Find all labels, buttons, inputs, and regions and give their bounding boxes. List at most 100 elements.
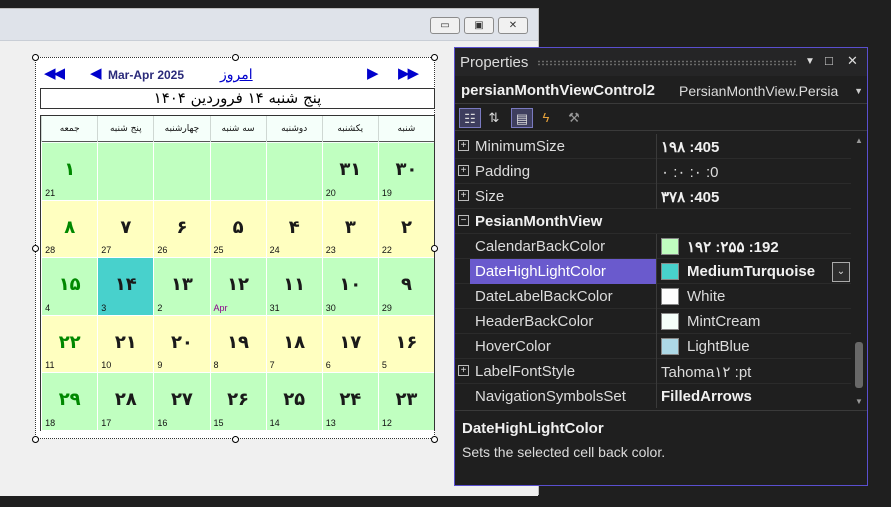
property-value[interactable]: FilledArrows (661, 388, 752, 405)
day-cell[interactable]: ۲۷ 16 (153, 373, 210, 431)
day-cell[interactable] (209, 143, 266, 201)
property-row[interactable]: CalendarBackColor ۱۹۲ :۲۵۵ :192 (455, 234, 851, 259)
next-month-button[interactable]: ▶ (367, 66, 378, 82)
next-year-button[interactable]: ▶▶ (398, 66, 419, 82)
resize-handle[interactable] (32, 436, 39, 443)
resize-handle[interactable] (232, 436, 239, 443)
day-cell[interactable]: ۳ 23 (321, 200, 378, 259)
day-cell[interactable]: ۲۸ 17 (97, 373, 154, 431)
prev-year-button[interactable]: ◀◀ (44, 66, 65, 82)
resize-handle[interactable] (431, 245, 438, 252)
property-value[interactable]: LightBlue (687, 338, 750, 355)
prev-month-button[interactable]: ◀ (90, 66, 101, 82)
property-value[interactable]: ۱۹۲ :۲۵۵ :192 (687, 238, 779, 256)
day-cell[interactable]: ۱ 21 (41, 143, 98, 201)
resize-handle[interactable] (232, 54, 239, 61)
panel-close-icon[interactable]: ✕ (847, 53, 858, 69)
resize-handle[interactable] (32, 245, 39, 252)
property-value[interactable]: Tahoma۱۲ :pt (661, 363, 751, 381)
events-view-button[interactable]: ϟ (535, 108, 557, 128)
scroll-thumb[interactable] (855, 342, 863, 388)
property-grid-scrollbar[interactable]: ▲ ▼ (851, 134, 867, 408)
today-link[interactable]: امروز (220, 66, 253, 83)
properties-view-button[interactable]: ▤ (511, 108, 533, 128)
day-cell[interactable]: ۲۵ 14 (265, 373, 322, 431)
property-row[interactable]: + MinimumSize ۱۹۸ :405 (455, 134, 851, 159)
property-row[interactable]: DateLabelBackColor White (455, 284, 851, 309)
day-cell[interactable]: ۷ 27 (97, 200, 154, 259)
resize-handle[interactable] (431, 436, 438, 443)
property-value[interactable]: ۰ :۰ :۰ :0 (661, 163, 719, 181)
expand-icon[interactable]: + (458, 165, 469, 176)
property-row[interactable]: HeaderBackColor MintCream (455, 309, 851, 334)
expand-icon[interactable]: + (458, 190, 469, 201)
property-row[interactable]: + Padding ۰ :۰ :۰ :0 (455, 159, 851, 184)
property-row[interactable]: HoverColor LightBlue (455, 334, 851, 359)
day-cell[interactable]: ۵ 25 (209, 200, 266, 259)
collapse-icon[interactable]: − (458, 215, 469, 226)
property-value[interactable]: ۳۷۸ :405 (661, 188, 719, 206)
day-cell[interactable] (97, 143, 154, 201)
day-cell[interactable] (153, 143, 210, 201)
resize-handle[interactable] (32, 54, 39, 61)
property-row[interactable]: DateHighLightColor MediumTurquoise ⌄ (455, 259, 851, 284)
panel-maximize-icon[interactable]: □ (825, 53, 833, 68)
form-title-bar[interactable]: ▭ ▣ ✕ (0, 9, 538, 41)
drag-grip[interactable] (537, 60, 797, 66)
close-button[interactable]: ✕ (498, 17, 528, 34)
property-value[interactable]: MintCream (687, 313, 760, 330)
maximize-button[interactable]: ▣ (464, 17, 494, 34)
day-cell[interactable]: ۲۲ 11 (41, 315, 98, 374)
day-cell[interactable]: ۹ 29 (377, 258, 434, 316)
property-row[interactable]: + LabelFontStyle Tahoma۱۲ :pt (455, 359, 851, 384)
panel-menu-icon[interactable]: ▼ (805, 56, 815, 67)
categorized-view-button[interactable]: ☷ (459, 108, 481, 128)
day-cell[interactable]: ۳۰ 19 (377, 143, 434, 201)
object-selector[interactable]: persianMonthViewControl2 PersianMonthVie… (455, 78, 867, 104)
day-cell[interactable]: ۱۱ 31 (265, 258, 322, 316)
property-value[interactable]: ۱۹۸ :405 (661, 138, 719, 156)
expand-icon[interactable]: + (458, 140, 469, 151)
day-cell[interactable]: ۲۳ 12 (377, 373, 434, 431)
day-cell[interactable]: ۱۲ Apr (209, 258, 266, 316)
day-cell[interactable]: ۶ 26 (153, 200, 210, 259)
gregorian-day-label: 15 (213, 417, 224, 428)
day-cell-selected[interactable]: ۱۴ 3 (97, 258, 154, 316)
minimize-button[interactable]: ▭ (430, 17, 460, 34)
object-dropdown-icon[interactable]: ▼ (854, 86, 863, 96)
scroll-up-icon[interactable]: ▲ (855, 136, 863, 145)
day-cell[interactable]: ۱۹ 8 (209, 315, 266, 374)
property-value[interactable]: White (687, 288, 725, 305)
day-cell[interactable]: ۲۰ 9 (153, 315, 210, 374)
properties-title-bar[interactable]: Properties ▼ □ ✕ (455, 48, 867, 76)
day-cell[interactable]: ۱۸ 7 (265, 315, 322, 374)
column-separator (656, 284, 657, 309)
property-category[interactable]: − PesianMonthView (455, 209, 851, 234)
day-cell[interactable]: ۴ 24 (265, 200, 322, 259)
day-cell[interactable]: ۱۵ 4 (41, 258, 98, 316)
day-cell[interactable] (265, 143, 322, 201)
day-cell[interactable]: ۱۷ 6 (321, 315, 378, 374)
day-number: ۳۱ (339, 159, 362, 180)
alphabetical-view-button[interactable]: ⇅ (483, 108, 505, 128)
scroll-down-icon[interactable]: ▼ (855, 397, 863, 406)
day-cell[interactable]: ۸ 28 (41, 200, 98, 259)
day-cell[interactable]: ۱۶ 5 (377, 315, 434, 374)
day-cell[interactable]: ۲۱ 10 (97, 315, 154, 374)
property-row[interactable]: + Size ۳۷۸ :405 (455, 184, 851, 209)
resize-handle[interactable] (431, 54, 438, 61)
day-cell[interactable]: ۲۴ 13 (321, 373, 378, 431)
property-row[interactable]: NavigationSymbolsSet FilledArrows (455, 384, 851, 408)
day-cell[interactable]: ۲۶ 15 (209, 373, 266, 431)
day-cell[interactable]: ۳۱ 20 (321, 143, 378, 201)
property-value-editor[interactable]: MediumTurquoise (687, 263, 815, 280)
expand-icon[interactable]: + (458, 365, 469, 376)
dropdown-chevron-icon[interactable]: ⌄ (832, 262, 850, 282)
gregorian-day-label: 3 (101, 302, 107, 313)
day-cell[interactable]: ۱۰ 30 (321, 258, 378, 316)
color-swatch (661, 288, 679, 305)
day-cell[interactable]: ۱۳ 2 (153, 258, 210, 316)
day-cell[interactable]: ۲ 22 (377, 200, 434, 259)
property-pages-button[interactable]: ⚒ (563, 108, 585, 128)
day-cell[interactable]: ۲۹ 18 (41, 373, 98, 431)
